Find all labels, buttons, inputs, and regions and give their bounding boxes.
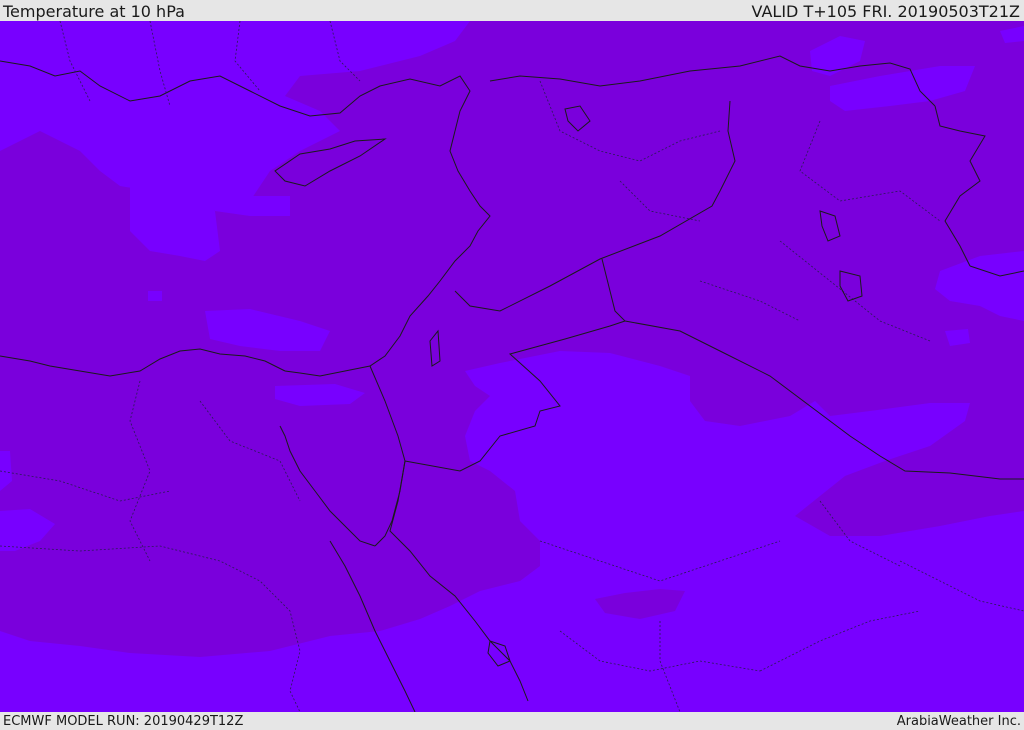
footer-bar: ECMWF MODEL RUN: 20190429T12Z ArabiaWeat…: [0, 712, 1024, 729]
brand-label: ArabiaWeather Inc.: [896, 714, 1021, 729]
weather-map[interactable]: [0, 21, 1024, 712]
model-run-label: ECMWF MODEL RUN: 20190429T12Z: [3, 714, 244, 729]
map-title: Temperature at 10 hPa: [3, 2, 185, 21]
header-bar: Temperature at 10 hPa VALID T+105 FRI. 2…: [0, 0, 1024, 21]
valid-time: VALID T+105 FRI. 20190503T21Z: [751, 2, 1020, 21]
